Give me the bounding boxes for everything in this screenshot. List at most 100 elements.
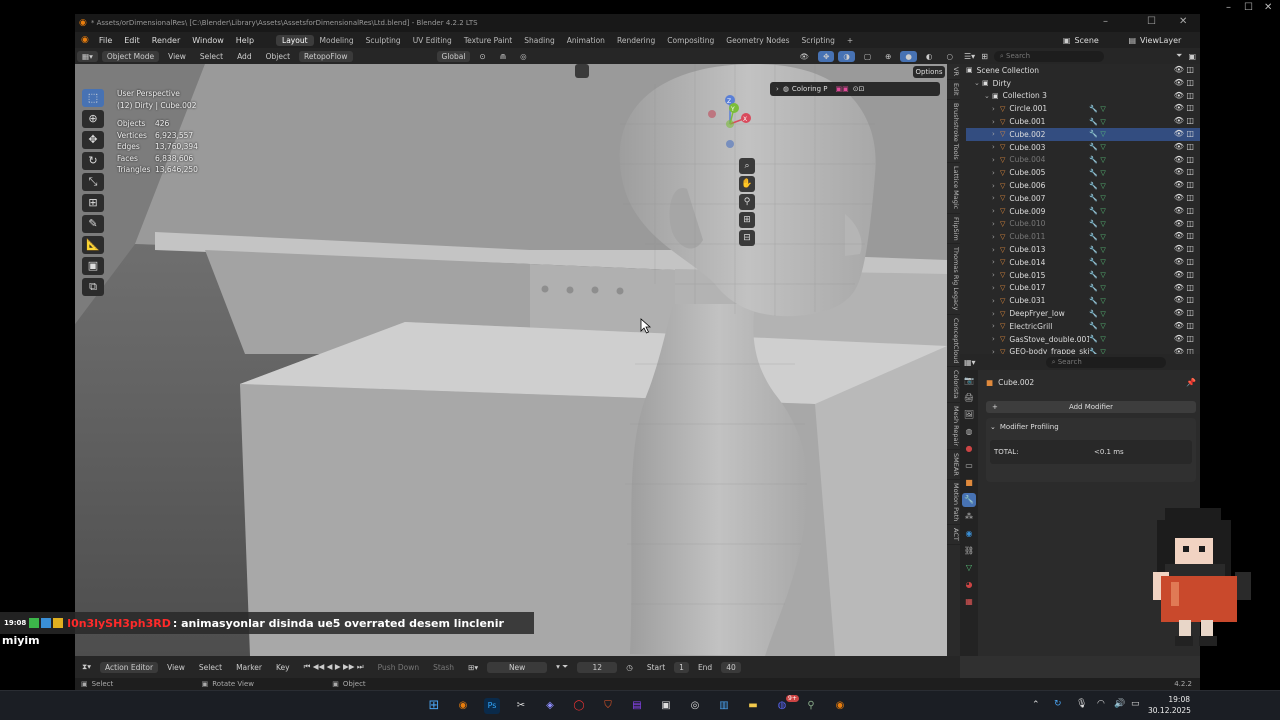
sidebar-tab[interactable]: FlipSim [947,214,960,245]
outliner-object-row[interactable]: › ▽ ElectricGrill 🔧 ▽ 👁 ◫ [966,320,1200,333]
filter-icon[interactable]: ▾ ⏷ [551,661,573,673]
chevron-right-icon[interactable]: › [992,220,1000,228]
chevron-right-icon[interactable]: › [992,105,1000,113]
sidebar-tab[interactable]: Colorista [947,367,960,403]
visibility-eye-icon[interactable]: 👁 ◫ [1174,116,1194,125]
notes-taskbar-icon[interactable]: ▥ [716,698,732,714]
rotate-tool-icon[interactable]: ↻ [82,152,104,170]
color-swatch-icon[interactable]: ▣▣ [835,85,848,93]
output-tab-icon[interactable]: 🖨 [962,391,976,405]
render-tab-icon[interactable]: 📷 [962,374,976,388]
3d-viewport[interactable]: ⬚ ⊕ ✥ ↻ ⤡ ⊞ ✎ 📐 ▣ ⧉ User Perspective (12… [75,64,947,656]
visibility-eye-icon[interactable]: 👁 ◫ [1174,206,1194,215]
viewport-menu-view[interactable]: View [163,51,191,62]
chevron-right-icon[interactable]: › [992,271,1000,279]
outliner-object-row[interactable]: › ▽ Circle.001 🔧 ▽ 👁 ◫ [966,102,1200,115]
scene-tab-icon[interactable]: ◍ [962,425,976,439]
volume-icon[interactable]: 🔊 [1114,699,1125,709]
visibility-eye-icon[interactable]: 👁 ◫ [1174,78,1194,87]
transform-tool-icon[interactable]: ⊞ [82,194,104,212]
visibility-eye-icon[interactable]: 👁 ◫ [1174,193,1194,202]
dope-sheet-editor-icon[interactable]: ⧗▾ [77,661,96,673]
twitch-taskbar-icon[interactable]: ▤ [629,698,645,714]
pan-hand-icon[interactable]: ✋ [739,176,755,192]
quad-view-icon[interactable]: ⊟ [739,230,755,246]
timeline-menu-select[interactable]: Select [194,662,227,673]
playback-controls[interactable]: ⏮ ◀◀ ◀ ▶ ▶▶ ⏭ [299,661,369,673]
outliner-search-input[interactable]: ⌕ Search [993,50,1104,62]
modifier-mesh-data-icon[interactable]: 🔧 ▽ [1089,322,1105,330]
outliner-object-row[interactable]: › ▽ Cube.011 🔧 ▽ 👁 ◫ [966,230,1200,243]
pin-icon[interactable]: 📌 [1186,378,1196,387]
sidebar-tab[interactable]: VR [947,64,960,80]
chevron-right-icon[interactable]: › [992,246,1000,254]
visibility-eye-icon[interactable]: 👁 ◫ [1174,91,1194,100]
app-taskbar-icon[interactable]: ⚲ [803,698,819,714]
measure-tool-icon[interactable]: 📐 [82,236,104,254]
particles-tab-icon[interactable]: ⁂ [962,510,976,524]
modifier-mesh-data-icon[interactable]: 🔧 ▽ [1089,118,1105,126]
chevron-right-icon[interactable]: › [992,143,1000,151]
modifier-mesh-data-icon[interactable]: 🔧 ▽ [1089,182,1105,190]
display-mode-icon[interactable]: ⊞ [981,52,988,61]
outliner-object-row[interactable]: › ▽ Cube.006 🔧 ▽ 👁 ◫ [966,179,1200,192]
zoom-icon[interactable]: ⌕ [739,158,755,174]
sidebar-tab[interactable]: Edit [947,80,960,100]
menu-window[interactable]: Window [186,36,230,45]
chevron-right-icon[interactable]: › [992,118,1000,126]
menu-render[interactable]: Render [146,36,186,45]
modifier-wrench-icon[interactable]: 🔧 [962,493,976,507]
outliner-object-row[interactable]: › ▽ Cube.010 🔧 ▽ 👁 ◫ [966,218,1200,231]
current-frame-field[interactable]: 12 [577,661,618,673]
blender-menu-icon[interactable]: ◉ [81,35,89,45]
modifier-mesh-data-icon[interactable]: 🔧 ▽ [1089,194,1105,202]
visibility-eye-icon[interactable]: 👁 ◫ [1174,257,1194,266]
visibility-eye-icon[interactable]: 👁 ◫ [1174,65,1194,74]
shading-solid-icon[interactable]: ● [900,50,917,62]
texture-tab-icon[interactable]: ▦ [962,595,976,609]
scale-tool-icon[interactable]: ⤡ [82,173,104,191]
chevron-right-icon[interactable]: › [992,169,1000,177]
tab-compositing[interactable]: Compositing [661,35,720,46]
visibility-eye-icon[interactable]: 👁 ◫ [1174,244,1194,253]
tab-shading[interactable]: Shading [518,35,560,46]
shading-rendered-icon[interactable]: ○ [941,51,958,62]
properties-editor-icon[interactable]: ▦▾ [964,358,976,367]
snap-icon[interactable]: ⋒ [495,51,511,62]
outliner-object-row[interactable]: › ▽ Cube.007 🔧 ▽ 👁 ◫ [966,192,1200,205]
outliner-object-row[interactable]: › ▽ Cube.031 🔧 ▽ 👁 ◫ [966,294,1200,307]
visibility-eye-icon[interactable]: 👁 ◫ [1174,103,1194,112]
filter-icon[interactable]: ⏷ [1176,51,1182,61]
blender-taskbar-icon[interactable]: ◉ [455,698,471,714]
outliner-object-row[interactable]: › ▽ Cube.003 🔧 ▽ 👁 ◫ [966,141,1200,154]
properties-search-input[interactable]: ⌕ Search [1045,356,1166,368]
blender-taskbar-icon-2[interactable]: ◉ [832,698,848,714]
chevron-right-icon[interactable]: › [992,297,1000,305]
push-down-button[interactable]: Push Down [373,662,424,673]
timeline-menu-key[interactable]: Key [271,662,295,673]
modifier-mesh-data-icon[interactable]: 🔧 ▽ [1089,258,1105,266]
tab-texture-paint[interactable]: Texture Paint [458,35,518,46]
sidebar-tab[interactable]: Motion Path [947,480,960,526]
outliner-object-row[interactable]: › ▽ DeepFryer_low 🔧 ▽ 👁 ◫ [966,307,1200,320]
modifier-mesh-data-icon[interactable]: 🔧 ▽ [1089,130,1105,138]
file-explorer-taskbar-icon[interactable]: ▬ [745,698,761,714]
tab-scripting[interactable]: Scripting [796,35,841,46]
modifier-mesh-data-icon[interactable]: 🔧 ▽ [1089,156,1105,164]
tab-rendering[interactable]: Rendering [611,35,661,46]
outer-minimize-button[interactable]: – [1226,2,1231,13]
modifier-mesh-data-icon[interactable]: 🔧 ▽ [1089,105,1105,113]
chevron-right-icon[interactable]: › [992,130,1000,138]
overlay-toggle-icon[interactable]: ◑ [838,50,855,62]
end-frame-field[interactable]: 40 [721,661,741,673]
stash-button[interactable]: Stash [428,662,459,673]
viewport-menu-object[interactable]: Object [261,51,295,62]
outliner-object-row[interactable]: › ▽ GasStove_double.001 🔧 ▽ 👁 ◫ [966,333,1200,346]
obs-taskbar-icon[interactable]: ◎ [687,698,703,714]
add-cube-tool-icon[interactable]: ▣ [82,257,104,275]
action-browse-icon[interactable]: ⊞▾ [463,662,483,673]
retopoflow-menu[interactable]: RetopoFlow [299,50,353,62]
opera-taskbar-icon[interactable]: ◯ [571,698,587,714]
outliner-object-row[interactable]: › ▽ Cube.002 🔧 ▽ 👁 ◫ [966,127,1200,141]
view-layer-selector[interactable]: ViewLayer [1140,36,1200,45]
